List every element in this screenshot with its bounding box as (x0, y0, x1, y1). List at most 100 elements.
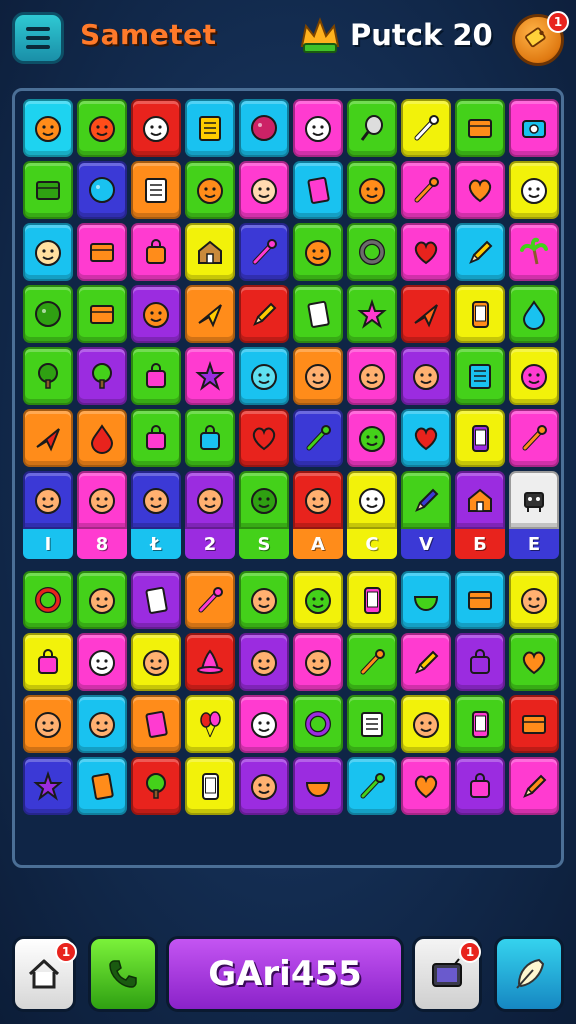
game-tile[interactable] (293, 695, 343, 753)
game-tile[interactable] (23, 285, 73, 343)
game-tile[interactable] (185, 757, 235, 815)
letter-tile[interactable]: I (23, 529, 73, 559)
game-tile[interactable] (239, 161, 289, 219)
game-tile[interactable] (347, 409, 397, 467)
game-tile[interactable] (347, 471, 397, 529)
game-tile[interactable] (509, 695, 559, 753)
game-tile[interactable] (185, 347, 235, 405)
game-tile[interactable] (293, 161, 343, 219)
game-tile[interactable] (347, 633, 397, 691)
game-tile[interactable] (509, 161, 559, 219)
menu-button[interactable] (12, 12, 64, 64)
letter-tile[interactable]: V (401, 529, 451, 559)
game-tile[interactable] (293, 285, 343, 343)
letter-tile[interactable]: C (347, 529, 397, 559)
game-tile[interactable] (131, 757, 181, 815)
game-tile[interactable] (23, 757, 73, 815)
game-tile[interactable] (23, 409, 73, 467)
game-tile[interactable] (509, 471, 559, 529)
game-tile[interactable] (293, 757, 343, 815)
game-tile[interactable] (455, 571, 505, 629)
game-tile[interactable] (77, 223, 127, 281)
game-tile[interactable] (77, 161, 127, 219)
game-tile[interactable] (239, 285, 289, 343)
game-tile[interactable] (77, 99, 127, 157)
game-tile[interactable] (185, 285, 235, 343)
game-tile[interactable] (185, 223, 235, 281)
game-tile[interactable] (293, 571, 343, 629)
game-tile[interactable] (77, 695, 127, 753)
tv-button[interactable]: 1 (412, 936, 482, 1012)
game-tile[interactable] (131, 409, 181, 467)
game-tile[interactable] (77, 347, 127, 405)
game-tile[interactable] (401, 571, 451, 629)
game-tile[interactable] (455, 695, 505, 753)
game-tile[interactable] (23, 633, 73, 691)
game-tile[interactable] (455, 409, 505, 467)
game-tile[interactable] (509, 99, 559, 157)
game-tile[interactable] (347, 285, 397, 343)
game-tile[interactable] (509, 285, 559, 343)
letter-tile[interactable]: Ł (131, 529, 181, 559)
game-tile[interactable] (401, 161, 451, 219)
game-tile[interactable] (23, 571, 73, 629)
game-tile[interactable] (131, 285, 181, 343)
game-tile[interactable] (239, 695, 289, 753)
letter-tile[interactable]: 2 (185, 529, 235, 559)
game-tile[interactable] (401, 757, 451, 815)
game-tile[interactable] (455, 99, 505, 157)
game-tile[interactable] (23, 99, 73, 157)
game-tile[interactable] (455, 347, 505, 405)
game-tile[interactable] (455, 161, 505, 219)
game-tile[interactable] (77, 285, 127, 343)
game-tile[interactable] (509, 633, 559, 691)
call-button[interactable] (88, 936, 158, 1012)
game-tile[interactable] (455, 223, 505, 281)
game-tile[interactable] (185, 471, 235, 529)
game-tile[interactable] (185, 161, 235, 219)
game-tile[interactable] (509, 223, 559, 281)
game-tile[interactable] (509, 409, 559, 467)
game-tile[interactable] (77, 471, 127, 529)
game-tile[interactable] (23, 471, 73, 529)
game-tile[interactable] (347, 695, 397, 753)
game-tile[interactable] (293, 223, 343, 281)
game-tile[interactable] (185, 633, 235, 691)
game-tile[interactable] (401, 633, 451, 691)
game-tile[interactable] (239, 571, 289, 629)
game-tile[interactable] (455, 757, 505, 815)
game-tile[interactable] (185, 99, 235, 157)
game-tile[interactable] (131, 223, 181, 281)
play-button[interactable]: GAri455 (166, 936, 404, 1012)
game-tile[interactable] (347, 347, 397, 405)
home-button[interactable]: 1 (12, 936, 77, 1012)
game-tile[interactable] (509, 757, 559, 815)
game-tile[interactable] (455, 285, 505, 343)
tag-button[interactable]: 1 (512, 11, 569, 66)
game-tile[interactable] (131, 347, 181, 405)
game-tile[interactable] (239, 757, 289, 815)
game-tile[interactable] (455, 471, 505, 529)
game-tile[interactable] (509, 571, 559, 629)
game-tile[interactable] (131, 471, 181, 529)
game-tile[interactable] (401, 695, 451, 753)
game-tile[interactable] (131, 633, 181, 691)
game-tile[interactable] (77, 633, 127, 691)
letter-tile[interactable]: Ƃ (455, 529, 505, 559)
game-tile[interactable] (293, 409, 343, 467)
game-tile[interactable] (239, 223, 289, 281)
game-tile[interactable] (401, 99, 451, 157)
game-tile[interactable] (509, 347, 559, 405)
game-tile[interactable] (293, 633, 343, 691)
letter-tile[interactable]: 8 (77, 529, 127, 559)
game-tile[interactable] (185, 695, 235, 753)
game-tile[interactable] (293, 347, 343, 405)
game-tile[interactable] (347, 757, 397, 815)
game-tile[interactable] (131, 99, 181, 157)
game-tile[interactable] (77, 571, 127, 629)
game-tile[interactable] (293, 99, 343, 157)
game-tile[interactable] (239, 471, 289, 529)
game-tile[interactable] (401, 285, 451, 343)
game-tile[interactable] (239, 99, 289, 157)
game-tile[interactable] (185, 409, 235, 467)
